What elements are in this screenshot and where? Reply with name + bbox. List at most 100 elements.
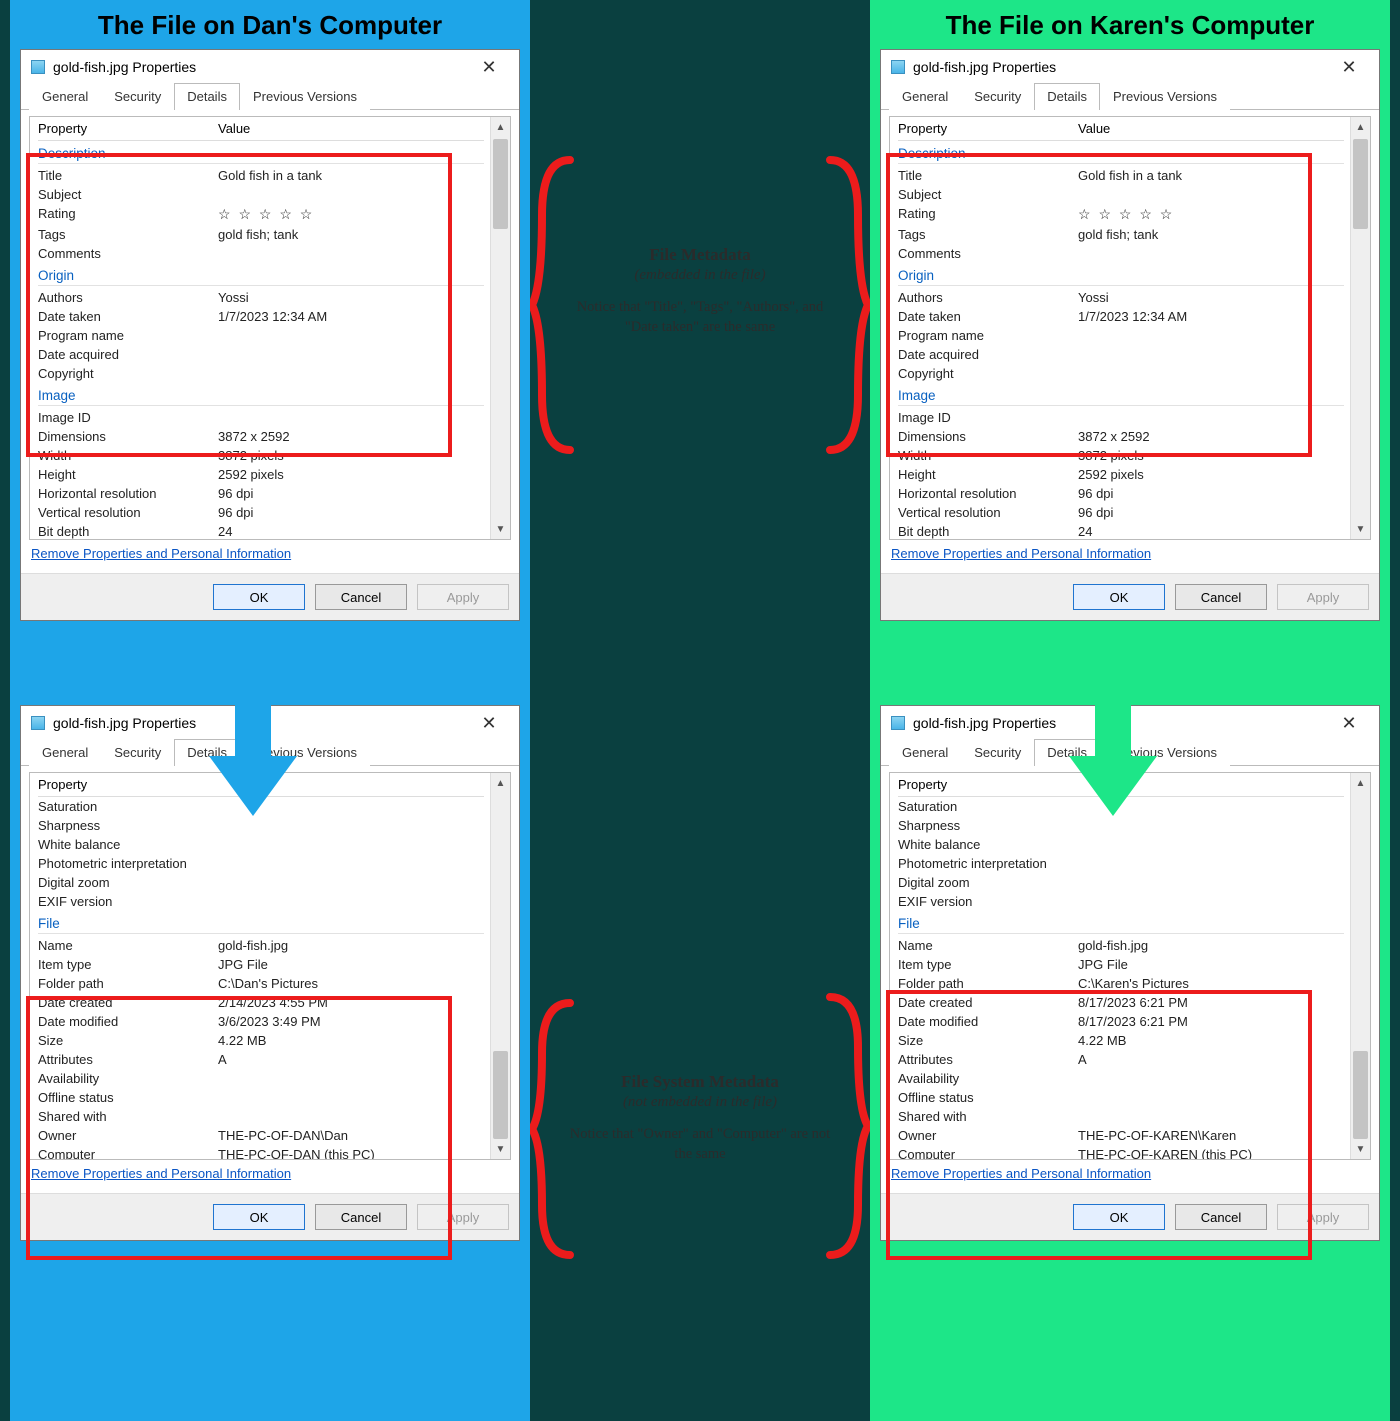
row-bit-depth[interactable]: Bit depth24: [898, 522, 1344, 539]
row-exif[interactable]: EXIF version: [38, 892, 484, 911]
scroll-up-icon[interactable]: ▲: [491, 773, 510, 793]
row-height[interactable]: Height2592 pixels: [38, 465, 484, 484]
row-saturation[interactable]: Saturation: [898, 797, 1344, 816]
row-shared-with[interactable]: Shared with: [898, 1107, 1344, 1126]
remove-properties-link[interactable]: Remove Properties and Personal Informati…: [891, 1166, 1151, 1181]
tab-details[interactable]: Details: [174, 739, 240, 766]
tab-details[interactable]: Details: [174, 83, 240, 110]
row-owner[interactable]: OwnerTHE-PC-OF-DAN\Dan: [38, 1126, 484, 1145]
cancel-button[interactable]: Cancel: [315, 584, 407, 610]
ok-button[interactable]: OK: [1073, 584, 1165, 610]
row-item-type[interactable]: Item typeJPG File: [898, 955, 1344, 974]
row-program[interactable]: Program name: [38, 326, 484, 345]
row-digital-zoom[interactable]: Digital zoom: [898, 873, 1344, 892]
dialog-titlebar[interactable]: gold-fish.jpg Properties ✕: [21, 706, 519, 736]
tab-previous[interactable]: Previous Versions: [240, 83, 370, 110]
cancel-button[interactable]: Cancel: [315, 1204, 407, 1230]
row-availability[interactable]: Availability: [38, 1069, 484, 1088]
row-folder-path[interactable]: Folder pathC:\Karen's Pictures: [898, 974, 1344, 993]
row-date-created[interactable]: Date created2/14/2023 4:55 PM: [38, 993, 484, 1012]
row-tags[interactable]: Tagsgold fish; tank: [38, 225, 484, 244]
row-sharpness[interactable]: Sharpness: [898, 816, 1344, 835]
row-photometric[interactable]: Photometric interpretation: [898, 854, 1344, 873]
row-size[interactable]: Size4.22 MB: [38, 1031, 484, 1050]
row-name[interactable]: Namegold-fish.jpg: [898, 936, 1344, 955]
tab-previous[interactable]: Previous Versions: [1100, 739, 1230, 766]
tab-security[interactable]: Security: [101, 83, 174, 110]
ok-button[interactable]: OK: [213, 584, 305, 610]
row-folder-path[interactable]: Folder pathC:\Dan's Pictures: [38, 974, 484, 993]
row-vres[interactable]: Vertical resolution96 dpi: [898, 503, 1344, 522]
tab-general[interactable]: General: [29, 83, 101, 110]
tab-general[interactable]: General: [29, 739, 101, 766]
scroll-thumb[interactable]: [493, 139, 508, 229]
row-size[interactable]: Size4.22 MB: [898, 1031, 1344, 1050]
row-availability[interactable]: Availability: [898, 1069, 1344, 1088]
row-rating[interactable]: Rating☆ ☆ ☆ ☆ ☆: [898, 204, 1344, 225]
row-width[interactable]: Width3872 pixels: [898, 446, 1344, 465]
row-white-balance[interactable]: White balance: [38, 835, 484, 854]
close-icon[interactable]: ✕: [1329, 58, 1369, 76]
tab-general[interactable]: General: [889, 739, 961, 766]
scroll-up-icon[interactable]: ▲: [1351, 773, 1370, 793]
scroll-up-icon[interactable]: ▲: [491, 117, 510, 137]
row-owner[interactable]: OwnerTHE-PC-OF-KAREN\Karen: [898, 1126, 1344, 1145]
row-copyright[interactable]: Copyright: [898, 364, 1344, 383]
row-name[interactable]: Namegold-fish.jpg: [38, 936, 484, 955]
row-bit-depth[interactable]: Bit depth24: [38, 522, 484, 539]
row-height[interactable]: Height2592 pixels: [898, 465, 1344, 484]
row-date-acquired[interactable]: Date acquired: [898, 345, 1344, 364]
row-shared-with[interactable]: Shared with: [38, 1107, 484, 1126]
tab-security[interactable]: Security: [101, 739, 174, 766]
apply-button[interactable]: Apply: [417, 584, 509, 610]
remove-properties-link[interactable]: Remove Properties and Personal Informati…: [891, 546, 1151, 561]
scroll-down-icon[interactable]: ▼: [1351, 519, 1370, 539]
tab-security[interactable]: Security: [961, 83, 1034, 110]
dialog-titlebar[interactable]: gold-fish.jpg Properties ✕: [21, 50, 519, 80]
scroll-thumb[interactable]: [1353, 1051, 1368, 1139]
dialog-titlebar[interactable]: gold-fish.jpg Properties ✕: [881, 706, 1379, 736]
row-attributes[interactable]: AttributesA: [898, 1050, 1344, 1069]
cancel-button[interactable]: Cancel: [1175, 584, 1267, 610]
scrollbar[interactable]: ▲ ▼: [490, 773, 510, 1159]
row-subject[interactable]: Subject: [898, 185, 1344, 204]
row-vres[interactable]: Vertical resolution96 dpi: [38, 503, 484, 522]
row-computer[interactable]: ComputerTHE-PC-OF-KAREN (this PC): [898, 1145, 1344, 1159]
row-title[interactable]: TitleGold fish in a tank: [898, 166, 1344, 185]
scrollbar[interactable]: ▲ ▼: [1350, 773, 1370, 1159]
row-authors[interactable]: AuthorsYossi: [898, 288, 1344, 307]
remove-properties-link[interactable]: Remove Properties and Personal Informati…: [31, 546, 291, 561]
row-date-taken[interactable]: Date taken1/7/2023 12:34 AM: [38, 307, 484, 326]
tab-details[interactable]: Details: [1034, 739, 1100, 766]
apply-button[interactable]: Apply: [1277, 584, 1369, 610]
row-date-acquired[interactable]: Date acquired: [38, 345, 484, 364]
row-dimensions[interactable]: Dimensions3872 x 2592: [898, 427, 1344, 446]
tab-general[interactable]: General: [889, 83, 961, 110]
row-rating[interactable]: Rating☆ ☆ ☆ ☆ ☆: [38, 204, 484, 225]
row-item-type[interactable]: Item typeJPG File: [38, 955, 484, 974]
row-width[interactable]: Width3872 pixels: [38, 446, 484, 465]
remove-properties-link[interactable]: Remove Properties and Personal Informati…: [31, 1166, 291, 1181]
dialog-titlebar[interactable]: gold-fish.jpg Properties ✕: [881, 50, 1379, 80]
close-icon[interactable]: ✕: [1329, 714, 1369, 732]
scroll-down-icon[interactable]: ▼: [491, 1139, 510, 1159]
row-image-id[interactable]: Image ID: [898, 408, 1344, 427]
row-date-modified[interactable]: Date modified8/17/2023 6:21 PM: [898, 1012, 1344, 1031]
scroll-down-icon[interactable]: ▼: [491, 519, 510, 539]
scrollbar[interactable]: ▲ ▼: [490, 117, 510, 539]
apply-button[interactable]: Apply: [417, 1204, 509, 1230]
scroll-thumb[interactable]: [1353, 139, 1368, 229]
row-image-id[interactable]: Image ID: [38, 408, 484, 427]
scroll-thumb[interactable]: [493, 1051, 508, 1139]
apply-button[interactable]: Apply: [1277, 1204, 1369, 1230]
row-date-modified[interactable]: Date modified3/6/2023 3:49 PM: [38, 1012, 484, 1031]
row-attributes[interactable]: AttributesA: [38, 1050, 484, 1069]
row-dimensions[interactable]: Dimensions3872 x 2592: [38, 427, 484, 446]
close-icon[interactable]: ✕: [469, 714, 509, 732]
ok-button[interactable]: OK: [1073, 1204, 1165, 1230]
row-sharpness[interactable]: Sharpness: [38, 816, 484, 835]
scroll-up-icon[interactable]: ▲: [1351, 117, 1370, 137]
row-offline[interactable]: Offline status: [38, 1088, 484, 1107]
row-authors[interactable]: AuthorsYossi: [38, 288, 484, 307]
row-white-balance[interactable]: White balance: [898, 835, 1344, 854]
